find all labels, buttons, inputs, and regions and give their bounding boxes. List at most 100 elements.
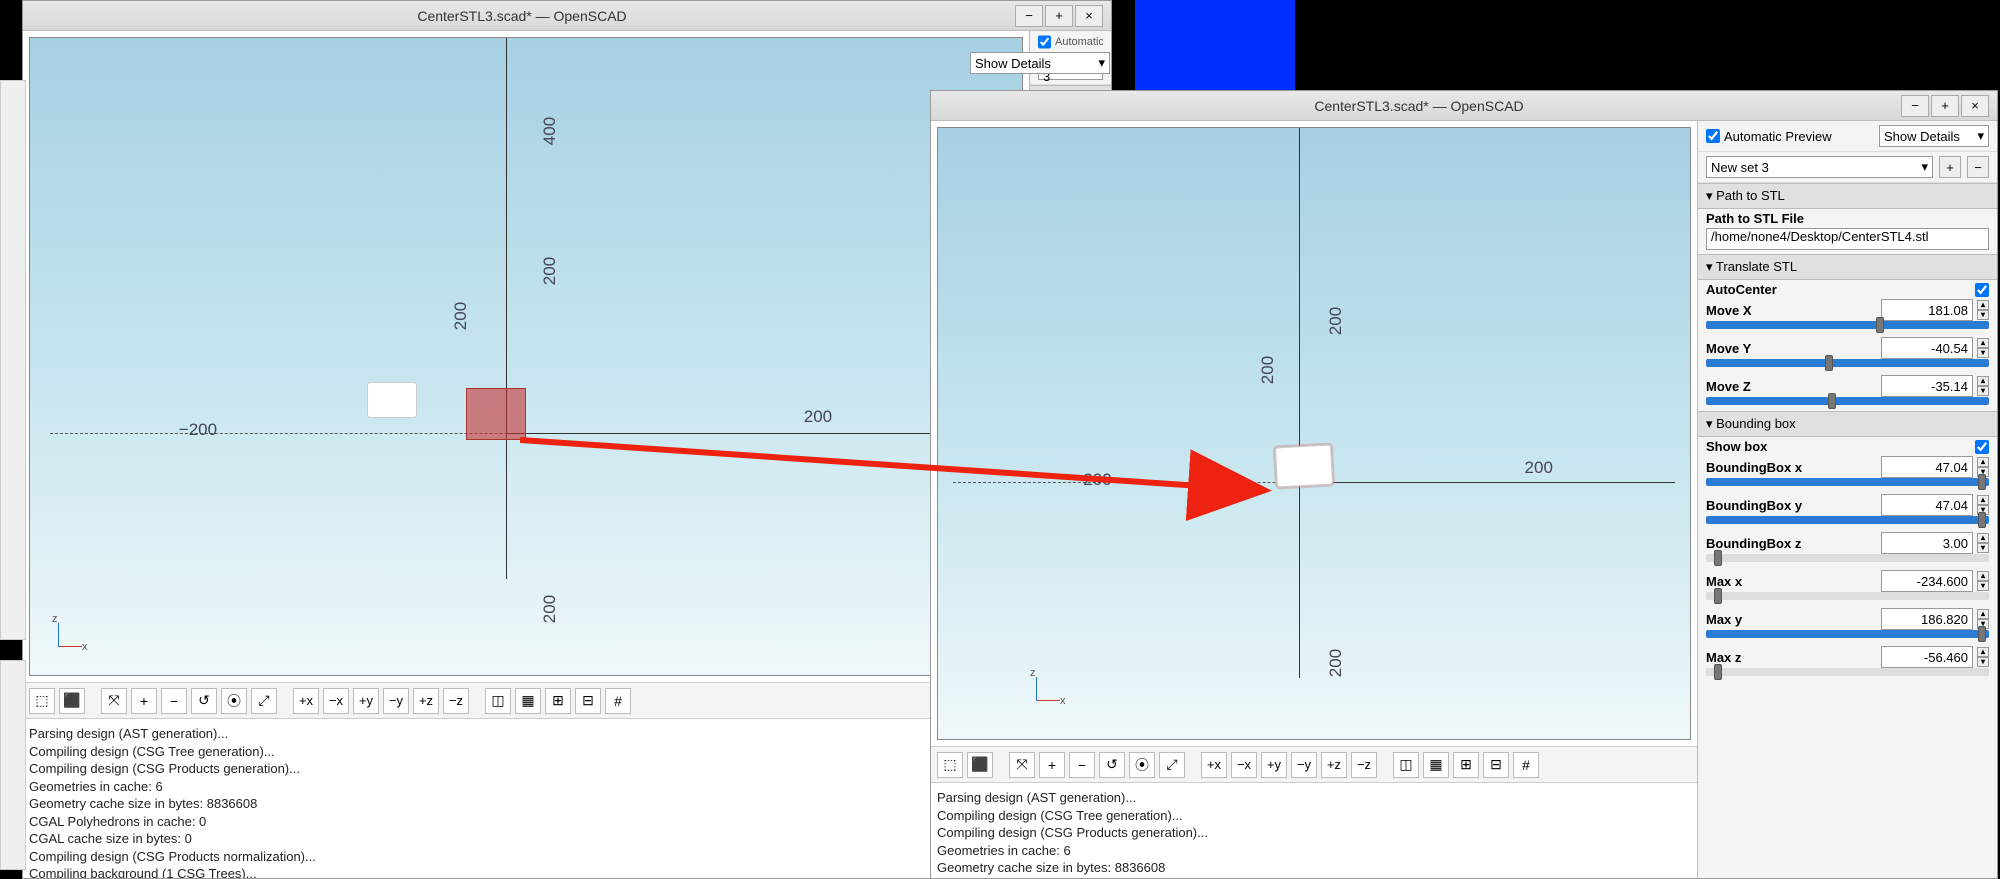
maxx-slider[interactable]: [1706, 592, 1989, 600]
autocenter-checkbox[interactable]: [1975, 283, 1989, 297]
scale-marker-icon[interactable]: ⊟: [575, 688, 601, 714]
right-view-icon[interactable]: +x: [1201, 752, 1227, 778]
tick-neg200: −200: [179, 420, 217, 440]
model-centered-cube: [1275, 444, 1333, 487]
bbx-slider[interactable]: [1706, 478, 1989, 486]
movey-slider[interactable]: [1706, 359, 1989, 367]
top-view-icon[interactable]: +z: [413, 688, 439, 714]
left-view-icon[interactable]: −x: [1231, 752, 1257, 778]
auto-preview-checkbox[interactable]: [1038, 35, 1051, 49]
bottom-view-icon[interactable]: −z: [443, 688, 469, 714]
left-view-icon[interactable]: −x: [323, 688, 349, 714]
maxz-slider[interactable]: [1706, 668, 1989, 676]
console-right[interactable]: Parsing design (AST generation)... Compi…: [931, 782, 1697, 878]
zoom-out-icon[interactable]: −: [1069, 752, 1095, 778]
maximize-button[interactable]: +: [1931, 95, 1959, 117]
titlebar-left[interactable]: CenterSTL3.scad* — OpenSCAD − + ×: [23, 1, 1111, 31]
front-view-icon[interactable]: +y: [353, 688, 379, 714]
movex-slider[interactable]: [1706, 321, 1989, 329]
customizer-panel-right[interactable]: Automatic Preview Show Details▾ New set …: [1697, 121, 1997, 878]
show-details-dropdown-left[interactable]: Show Details▾: [970, 52, 1110, 74]
chevron-down-icon: ▾: [1977, 128, 1984, 144]
bby-input[interactable]: [1881, 494, 1973, 516]
movey-spinner[interactable]: ▴▾: [1977, 338, 1989, 358]
perspective-icon[interactable]: ◫: [485, 688, 511, 714]
view-all-icon[interactable]: ⤧: [101, 688, 127, 714]
center-icon[interactable]: ⦿: [1129, 752, 1155, 778]
preset-add-button[interactable]: +: [1939, 156, 1961, 178]
preset-remove-button[interactable]: −: [1967, 156, 1989, 178]
minimize-button[interactable]: −: [1901, 95, 1929, 117]
bbz-input[interactable]: [1881, 532, 1973, 554]
close-button[interactable]: ×: [1075, 5, 1103, 27]
zoom-in-icon[interactable]: +: [1039, 752, 1065, 778]
bby-slider[interactable]: [1706, 516, 1989, 524]
perspective-icon[interactable]: ◫: [1393, 752, 1419, 778]
show-details-dropdown[interactable]: Show Details▾: [1879, 125, 1989, 147]
tick-pos200: 200: [1525, 458, 1553, 478]
view-all-icon[interactable]: ⤧: [1009, 752, 1035, 778]
back-view-icon[interactable]: −y: [383, 688, 409, 714]
front-view-icon[interactable]: +y: [1261, 752, 1287, 778]
axes-icon[interactable]: ⊞: [545, 688, 571, 714]
titlebar-right[interactable]: CenterSTL3.scad* — OpenSCAD − + ×: [931, 91, 1997, 121]
bbz-label: BoundingBox z: [1706, 536, 1877, 551]
path-stl-input[interactable]: /home/none4/Desktop/CenterSTL4.stl: [1706, 228, 1989, 250]
back-view-icon[interactable]: −y: [1291, 752, 1317, 778]
top-view-icon[interactable]: +z: [1321, 752, 1347, 778]
bbz-spinner[interactable]: ▴▾: [1977, 533, 1989, 553]
maximize-button[interactable]: +: [1045, 5, 1073, 27]
movez-input[interactable]: [1881, 375, 1973, 397]
close-button[interactable]: ×: [1961, 95, 1989, 117]
crosshair-icon[interactable]: #: [1513, 752, 1539, 778]
bbx-input[interactable]: [1881, 456, 1973, 478]
showbox-checkbox[interactable]: [1975, 440, 1989, 454]
zoom-out-icon[interactable]: −: [161, 688, 187, 714]
movez-slider[interactable]: [1706, 397, 1989, 405]
wireframe-icon[interactable]: ▦: [515, 688, 541, 714]
reset-view-icon[interactable]: ↺: [1099, 752, 1125, 778]
movez-spinner[interactable]: ▴▾: [1977, 376, 1989, 396]
movex-input[interactable]: [1881, 299, 1973, 321]
maxy-slider[interactable]: [1706, 630, 1989, 638]
scale-marker-icon[interactable]: ⊟: [1483, 752, 1509, 778]
bottom-view-icon[interactable]: −z: [1351, 752, 1377, 778]
maxx-input[interactable]: [1881, 570, 1973, 592]
zoom-in-icon[interactable]: +: [131, 688, 157, 714]
maxy-input[interactable]: [1881, 608, 1973, 630]
translate-section[interactable]: ▾ Translate STL: [1698, 254, 1997, 280]
render-icon[interactable]: ⬛: [59, 688, 85, 714]
axes-icon[interactable]: ⊞: [1453, 752, 1479, 778]
auto-preview-label: Automatic Preview: [1724, 129, 1832, 144]
maxx-spinner[interactable]: ▴▾: [1977, 571, 1989, 591]
reset-view-icon[interactable]: ↺: [191, 688, 217, 714]
console-line: CGAL Polyhedrons in cache: 0: [29, 813, 1023, 831]
movey-input[interactable]: [1881, 337, 1973, 359]
bbox-section[interactable]: ▾ Bounding box: [1698, 411, 1997, 437]
maxz-spinner[interactable]: ▴▾: [1977, 647, 1989, 667]
center-icon[interactable]: ⦿: [221, 688, 247, 714]
maxz-input[interactable]: [1881, 646, 1973, 668]
preview-icon[interactable]: ⬚: [29, 688, 55, 714]
right-view-icon[interactable]: +x: [293, 688, 319, 714]
ortho-icon[interactable]: ⤢: [1159, 752, 1185, 778]
movex-spinner[interactable]: ▴▾: [1977, 300, 1989, 320]
auto-preview-checkbox[interactable]: [1706, 129, 1720, 143]
preview-icon[interactable]: ⬚: [937, 752, 963, 778]
crosshair-icon[interactable]: #: [605, 688, 631, 714]
preset-dropdown[interactable]: New set 3▾: [1706, 156, 1933, 178]
wireframe-icon[interactable]: ▦: [1423, 752, 1449, 778]
chevron-down-icon: ▾: [1098, 55, 1105, 71]
window-title: CenterSTL3.scad* — OpenSCAD: [31, 8, 1013, 24]
console-line: Compiling design (CSG Products generatio…: [937, 824, 1691, 842]
bbz-slider[interactable]: [1706, 554, 1989, 562]
path-stl-section[interactable]: ▾ Path to STL: [1698, 183, 1997, 209]
ortho-icon[interactable]: ⤢: [251, 688, 277, 714]
orientation-gizmo: x z: [1028, 669, 1068, 709]
console-left[interactable]: Parsing design (AST generation)... Compi…: [23, 718, 1029, 878]
viewport-3d-right[interactable]: −200 200 200 200 200 x z: [937, 127, 1691, 740]
minimize-button[interactable]: −: [1015, 5, 1043, 27]
viewport-3d-left[interactable]: −200 200 200 400 200 200 x z: [29, 37, 1023, 676]
tick-neg200: −200: [1073, 470, 1111, 490]
render-icon[interactable]: ⬛: [967, 752, 993, 778]
